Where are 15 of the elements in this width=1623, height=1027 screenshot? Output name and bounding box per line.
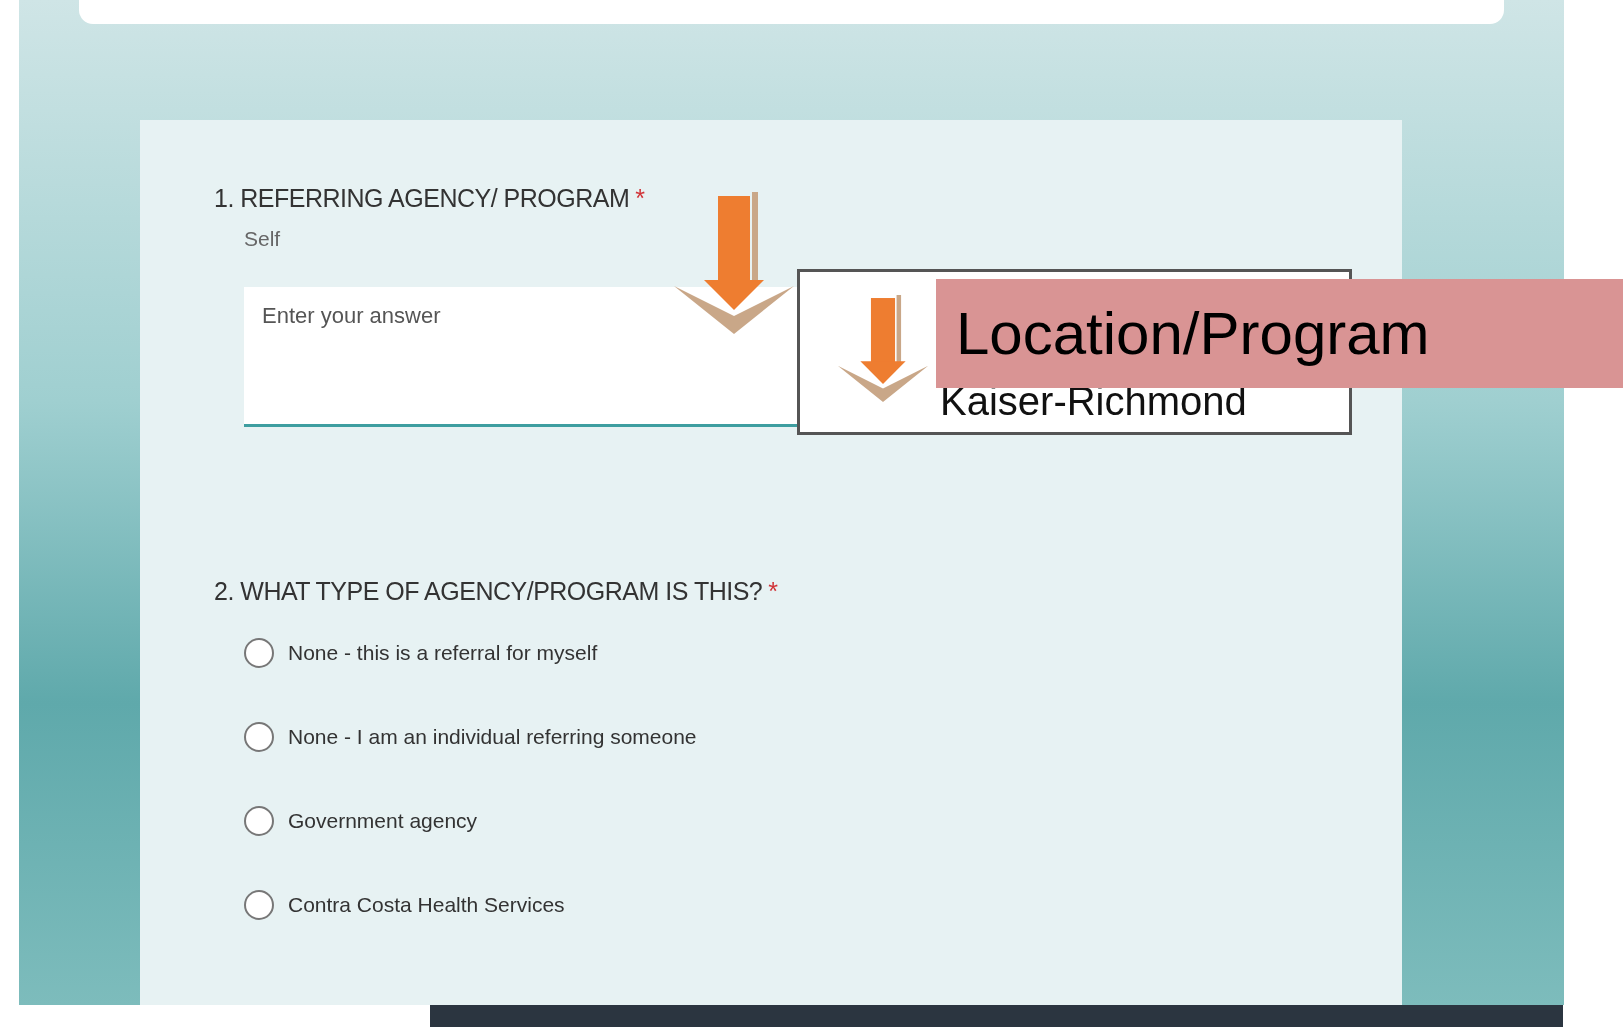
required-mark: * bbox=[768, 577, 778, 606]
option-label: Contra Costa Health Services bbox=[288, 893, 565, 917]
radio-button[interactable] bbox=[244, 890, 274, 920]
option-label: None - I am an individual referring someone bbox=[288, 725, 697, 749]
required-mark: * bbox=[635, 184, 645, 213]
option-label: None - this is a referral for myself bbox=[288, 641, 598, 665]
radio-button[interactable] bbox=[244, 638, 274, 668]
radio-button[interactable] bbox=[244, 806, 274, 836]
answer-field[interactable]: Enter your answer bbox=[244, 287, 797, 427]
question-subtitle: Self bbox=[244, 227, 282, 251]
radio-button[interactable] bbox=[244, 722, 274, 752]
option-label: Government agency bbox=[288, 809, 478, 833]
banner-label: Location/Program bbox=[936, 279, 1623, 388]
question-title: 2. WHAT TYPE OF AGENCY/PROGRAM IS THIS? bbox=[214, 577, 763, 606]
question-title: 1. REFERRING AGENCY/ PROGRAM bbox=[214, 184, 630, 213]
